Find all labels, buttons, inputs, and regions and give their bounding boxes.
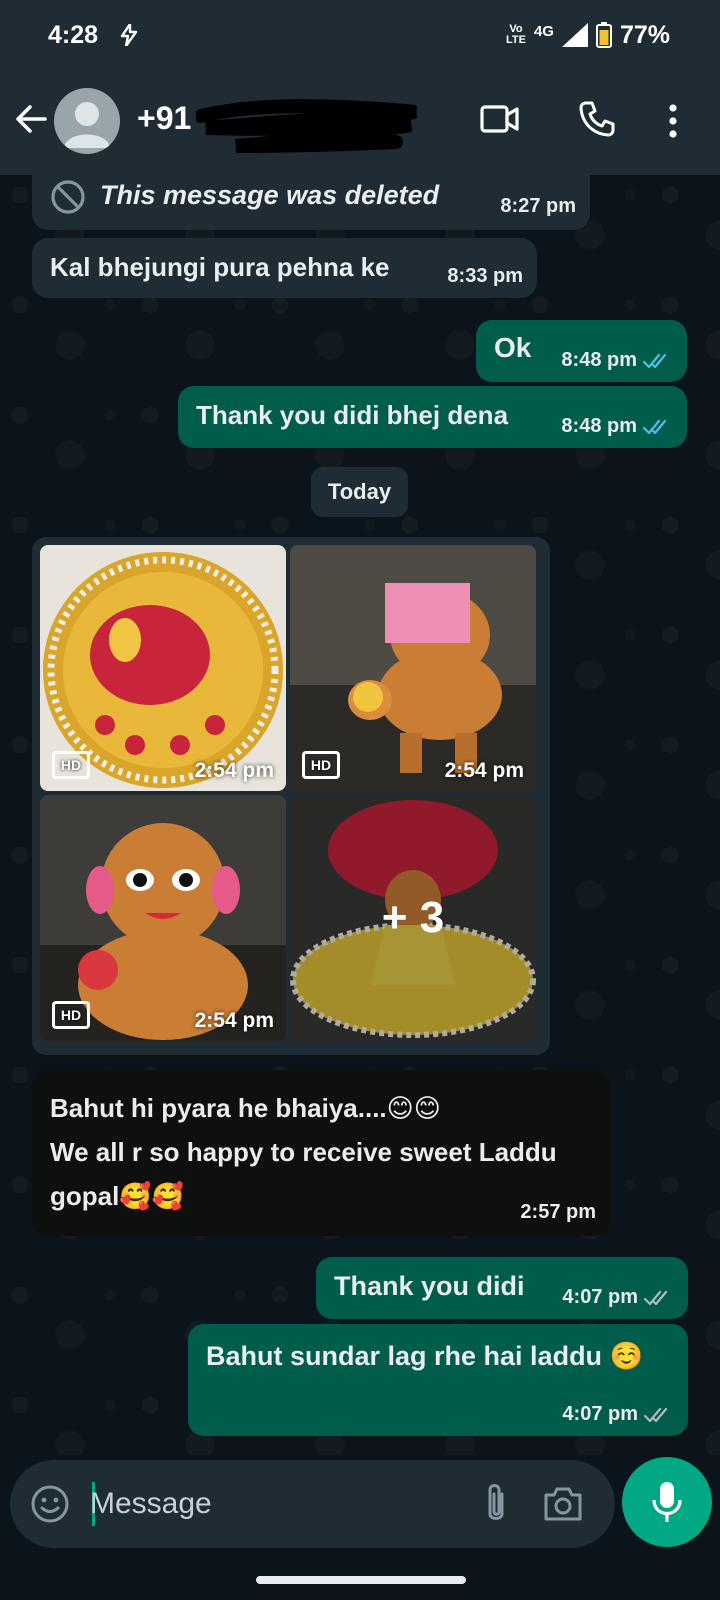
album-photo[interactable]: HD 2:54 pm [40,545,286,791]
camera-icon[interactable] [542,1486,584,1522]
back-arrow-icon[interactable] [14,102,48,136]
hd-badge: HD [302,751,340,779]
read-ticks-icon [643,419,667,434]
delivered-ticks-icon [644,1407,668,1422]
message-time: 8:33 pm [447,265,523,287]
outgoing-message[interactable]: Thank you didi bhej dena 8:48 pm [178,386,687,448]
album-photo[interactable]: HD 2:54 pm [40,795,286,1041]
message-line: We all r so happy to receive sweet Laddu [50,1137,557,1167]
volte-indicator: Vo LTE [505,23,526,46]
message-time: 4:07 pm [562,1286,638,1308]
message-line: Bahut hi pyara he bhaiya....😊😊 [50,1093,441,1123]
redaction-scribble [196,99,417,153]
message-text: Kal bhejungi pura pehna ke [50,252,390,282]
message-text: Thank you didi [334,1271,525,1301]
hd-badge: HD [52,751,90,779]
default-avatar-icon [64,102,110,148]
network-type: 4G [533,22,554,40]
album-photo-more[interactable]: + 3 [290,795,536,1041]
phone-call-icon[interactable] [578,100,616,138]
chat-header: +91 [0,70,720,175]
hd-badge: HD [52,1001,90,1029]
deleted-text: This message was deleted [100,180,440,210]
more-photos-count: + 3 [290,795,536,1041]
deleted-message[interactable]: This message was deleted 8:27 pm [32,168,590,230]
message-text: Ok [494,332,532,363]
video-call-icon[interactable] [480,102,520,136]
outgoing-message[interactable]: Thank you didi 4:07 pm [316,1257,688,1319]
delivered-ticks-icon [644,1290,668,1305]
message-time: 2:57 pm [520,1201,596,1223]
message-time: 8:48 pm [561,415,637,437]
more-options-icon[interactable] [668,104,678,138]
microphone-icon [652,1482,682,1522]
bolt-icon [120,24,138,46]
photo-time: 2:54 pm [194,759,274,782]
incoming-message[interactable]: Bahut hi pyara he bhaiya....😊😊 We all r … [32,1070,610,1236]
read-ticks-icon [643,353,667,368]
date-divider: Today [311,467,408,517]
attach-icon[interactable] [482,1482,510,1526]
photo-album-message[interactable]: HD 2:54 pm HD 2:54 pm HD 2:54 pm + 3 [32,537,550,1055]
incoming-message[interactable]: Kal bhejungi pura pehna ke 8:33 pm [32,238,537,298]
battery-percent: 77% [619,20,670,49]
status-bar: 4:28 Vo LTE 4G 77% [0,0,720,70]
contact-name[interactable]: +91 [137,100,191,137]
message-input[interactable] [90,1478,450,1530]
deleted-block-icon [51,180,85,214]
message-time: 8:48 pm [561,349,637,371]
emoji-icon[interactable] [30,1484,70,1524]
message-line: gopal🥰🥰 [50,1181,185,1211]
signal-icon [561,23,588,47]
message-text: Bahut sundar lag rhe hai laddu ☺️ [206,1341,644,1371]
contact-avatar[interactable] [54,88,120,154]
status-time: 4:28 [48,20,99,49]
album-photo[interactable]: HD 2:54 pm [290,545,536,791]
voice-record-button[interactable] [622,1457,712,1547]
photo-time: 2:54 pm [194,1009,274,1032]
message-composer [10,1460,615,1548]
message-time: 4:07 pm [562,1403,638,1425]
outgoing-message[interactable]: Ok 8:48 pm [476,320,687,382]
message-time: 8:27 pm [500,195,576,217]
message-text: Thank you didi bhej dena [196,400,509,430]
battery-icon [595,22,612,48]
photo-time: 2:54 pm [444,759,524,782]
outgoing-message[interactable]: Bahut sundar lag rhe hai laddu ☺️ 4:07 p… [188,1324,688,1436]
gesture-nav-pill[interactable] [256,1576,466,1584]
